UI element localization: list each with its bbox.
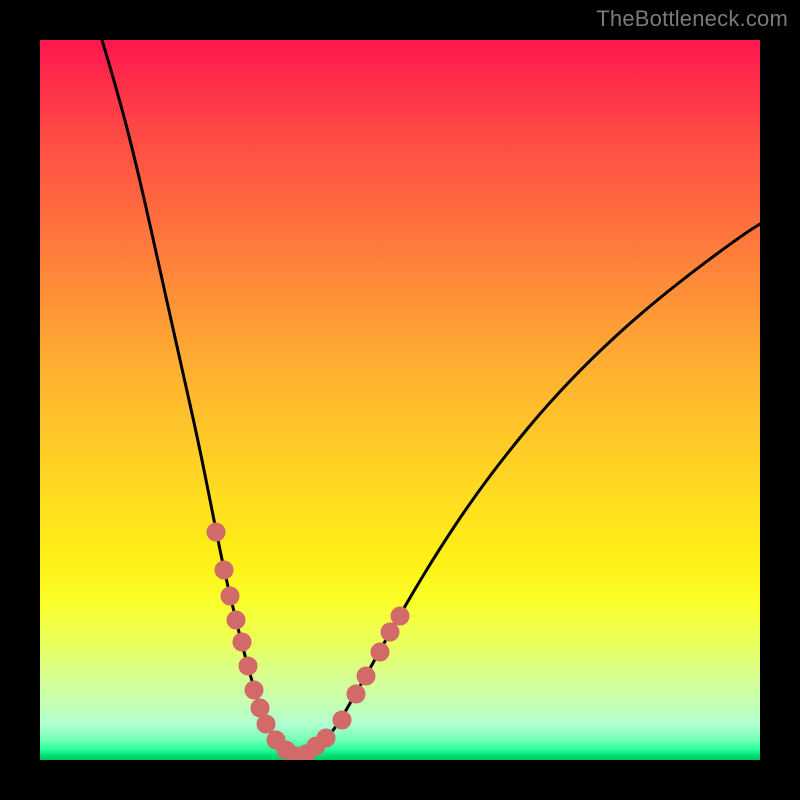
chart-frame: TheBottleneck.com: [0, 0, 800, 800]
bottleneck-curve: [102, 40, 760, 756]
curve-dots: [207, 523, 409, 760]
data-dot: [347, 685, 365, 703]
watermark-text: TheBottleneck.com: [596, 6, 788, 32]
data-dot: [233, 633, 251, 651]
curve-layer: [40, 40, 760, 760]
data-dot: [391, 607, 409, 625]
data-dot: [333, 711, 351, 729]
data-dot: [215, 561, 233, 579]
data-dot: [257, 715, 275, 733]
data-dot: [251, 699, 269, 717]
data-dot: [245, 681, 263, 699]
data-dot: [317, 729, 335, 747]
plot-area: [40, 40, 760, 760]
data-dot: [381, 623, 399, 641]
data-dot: [207, 523, 225, 541]
data-dot: [221, 587, 239, 605]
data-dot: [357, 667, 375, 685]
data-dot: [227, 611, 245, 629]
data-dot: [239, 657, 257, 675]
data-dot: [371, 643, 389, 661]
